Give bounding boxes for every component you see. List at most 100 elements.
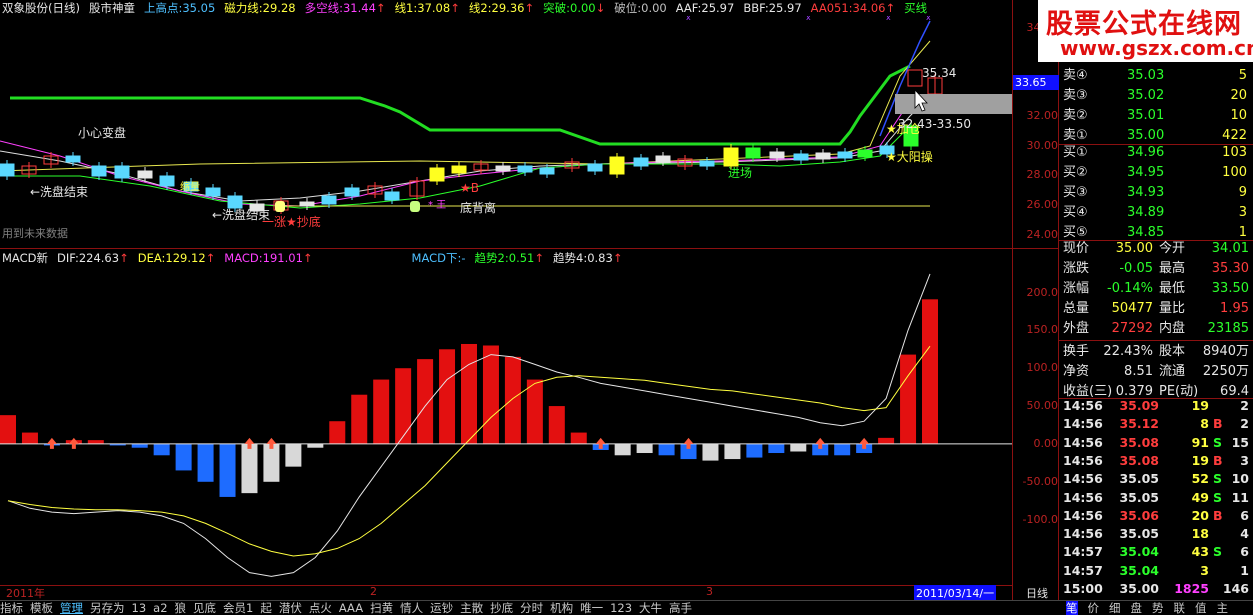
- period-label[interactable]: 日线: [1026, 585, 1048, 601]
- indicator-tab[interactable]: 13: [132, 601, 147, 615]
- price-chart[interactable]: x x x x: [0, 16, 1012, 248]
- macd-chart[interactable]: [0, 266, 1012, 584]
- indicator-tab[interactable]: 大牛: [639, 601, 662, 615]
- indicator-tab[interactable]: 会员1: [223, 601, 253, 615]
- header-item-label: AA051:: [810, 1, 853, 15]
- macd-bar: [614, 443, 631, 456]
- macd-item-label: 趋势4:: [553, 251, 588, 265]
- indicator-tab[interactable]: 管理: [60, 601, 83, 615]
- small-mark-label: * 王: [428, 200, 447, 211]
- indicator-tab[interactable]: 另存为: [90, 601, 125, 615]
- order-level: 卖③: [1063, 88, 1088, 103]
- indicator-tab[interactable]: 指标: [0, 601, 23, 615]
- indicator-tab[interactable]: 抄底: [490, 601, 513, 615]
- tick-count: 1: [1240, 562, 1249, 578]
- watermark: 股票公式在线网 www.gszx.com.cn: [1038, 0, 1253, 62]
- candle-body: [114, 165, 130, 179]
- stat-label: 流通: [1159, 364, 1186, 379]
- right-tab[interactable]: 细: [1109, 601, 1121, 615]
- indicator-tab[interactable]: 见底: [193, 601, 216, 615]
- macd-bar: [395, 368, 412, 444]
- indicator-tab[interactable]: AAA: [339, 601, 363, 615]
- big-yang-label: ★大阳操: [886, 150, 933, 164]
- indicator-tab[interactable]: 123: [610, 601, 632, 615]
- tick-count: 2: [1240, 416, 1249, 432]
- indicator-tab[interactable]: 唯一: [580, 601, 603, 615]
- stock-name[interactable]: 双象股份(日线): [2, 1, 80, 15]
- indicator-tabs: 指标 模板 管理 另存为 13 a2 狼见底 会员1 起潜伏 点火 AAA 扫黄 情人 运钞 主散 抄底 分时机…: [0, 600, 1253, 615]
- header-item-value: 0.00: [641, 1, 667, 15]
- order-book-row[interactable]: 卖④ 35.03 5: [1059, 66, 1253, 86]
- right-tab[interactable]: 价: [1088, 601, 1100, 615]
- indicator-tab[interactable]: 模板: [30, 601, 53, 615]
- header-item: BBF:25.97: [743, 1, 801, 15]
- tick-side: S: [1213, 471, 1223, 487]
- marker-x: x: [926, 16, 931, 22]
- order-price: 35.03: [1127, 68, 1165, 83]
- order-book-row[interactable]: 买③ 34.93 9: [1059, 183, 1253, 203]
- stat-label: 总量: [1063, 301, 1090, 316]
- tick-side: S: [1213, 489, 1223, 505]
- indicator-tab[interactable]: 起: [260, 601, 272, 615]
- indicator-tab[interactable]: 扫黄: [370, 601, 393, 615]
- macd-title[interactable]: MACD新: [2, 251, 48, 265]
- price-axis-label: 26.00: [1026, 198, 1059, 211]
- right-tab[interactable]: 盘: [1131, 601, 1143, 615]
- header-item-value: 25.97: [768, 1, 802, 15]
- order-level: 卖④: [1063, 68, 1088, 83]
- right-tab[interactable]: 主: [1217, 601, 1229, 615]
- macd-bar: [285, 443, 302, 467]
- tick-price: 35.08: [1119, 434, 1159, 450]
- order-book-row[interactable]: 买① 34.96 103: [1059, 143, 1253, 163]
- header-item-value: 25.97: [701, 1, 735, 15]
- indicator-tab[interactable]: 高手: [669, 601, 692, 615]
- right-tab[interactable]: 笔: [1066, 601, 1078, 615]
- tick-count: 10: [1231, 471, 1249, 487]
- order-book-row[interactable]: 卖② 35.01 10: [1059, 106, 1253, 126]
- indicator-tab[interactable]: 情人: [400, 601, 423, 615]
- tick-time: 14:56: [1063, 416, 1103, 432]
- candle-body: [384, 191, 400, 201]
- macd-bars: [0, 299, 938, 497]
- header-item: 突破:0.00↓: [543, 1, 605, 15]
- up-arrow-icon: [46, 437, 57, 449]
- right-tab[interactable]: 联: [1174, 601, 1186, 615]
- candle-body: [815, 152, 831, 160]
- order-level: 买③: [1063, 185, 1088, 200]
- indicator-tab[interactable]: 狼: [175, 601, 187, 615]
- stat-row: 总量 50477 量比 1.95: [1059, 299, 1253, 319]
- order-book-row[interactable]: 买④ 34.89 3: [1059, 203, 1253, 223]
- future-data-label: 用到未来数据: [2, 227, 68, 240]
- tick-side: B: [1213, 452, 1223, 468]
- macd-item-label: 趋势2:: [474, 251, 509, 265]
- indicator-tab[interactable]: a2: [153, 601, 167, 615]
- indicator-tab[interactable]: 分时: [520, 601, 543, 615]
- indicator-tab[interactable]: 点火: [309, 601, 332, 615]
- candle-body: [137, 170, 153, 179]
- stat-value: 35.00: [1115, 241, 1153, 256]
- right-tab[interactable]: 值: [1195, 601, 1207, 615]
- stat-value: 27292: [1111, 321, 1153, 336]
- indicator-tab[interactable]: 主散: [460, 601, 483, 615]
- indicator-tab[interactable]: 运钞: [430, 601, 453, 615]
- macd-bar: [724, 443, 741, 460]
- macd-bar: [263, 443, 280, 482]
- macd-bar: [636, 443, 653, 454]
- indicator-tab[interactable]: 潜伏: [279, 601, 302, 615]
- order-level: 买②: [1063, 165, 1088, 180]
- indicator-tab[interactable]: 机构: [550, 601, 573, 615]
- right-tabs: 笔价细盘势联值主: [1066, 601, 1238, 615]
- current-date: 2011/03/14/一: [914, 585, 997, 601]
- order-book-row[interactable]: 卖③ 35.02 20: [1059, 86, 1253, 106]
- tick-count: 3: [1240, 452, 1249, 468]
- tick-row: 15:00 35.00 1825 146: [1059, 580, 1253, 598]
- tick-price: 35.05: [1119, 471, 1159, 487]
- order-book-row[interactable]: 买② 34.95 100: [1059, 163, 1253, 183]
- right-tab[interactable]: 势: [1152, 601, 1164, 615]
- axis-divider: [1012, 0, 1013, 600]
- indicator-name[interactable]: 股市神童: [89, 1, 135, 15]
- date-month-3: 3: [706, 585, 713, 598]
- stat-label: 最高: [1159, 261, 1186, 276]
- marker-x: x: [806, 16, 811, 22]
- order-price: 34.93: [1127, 185, 1165, 200]
